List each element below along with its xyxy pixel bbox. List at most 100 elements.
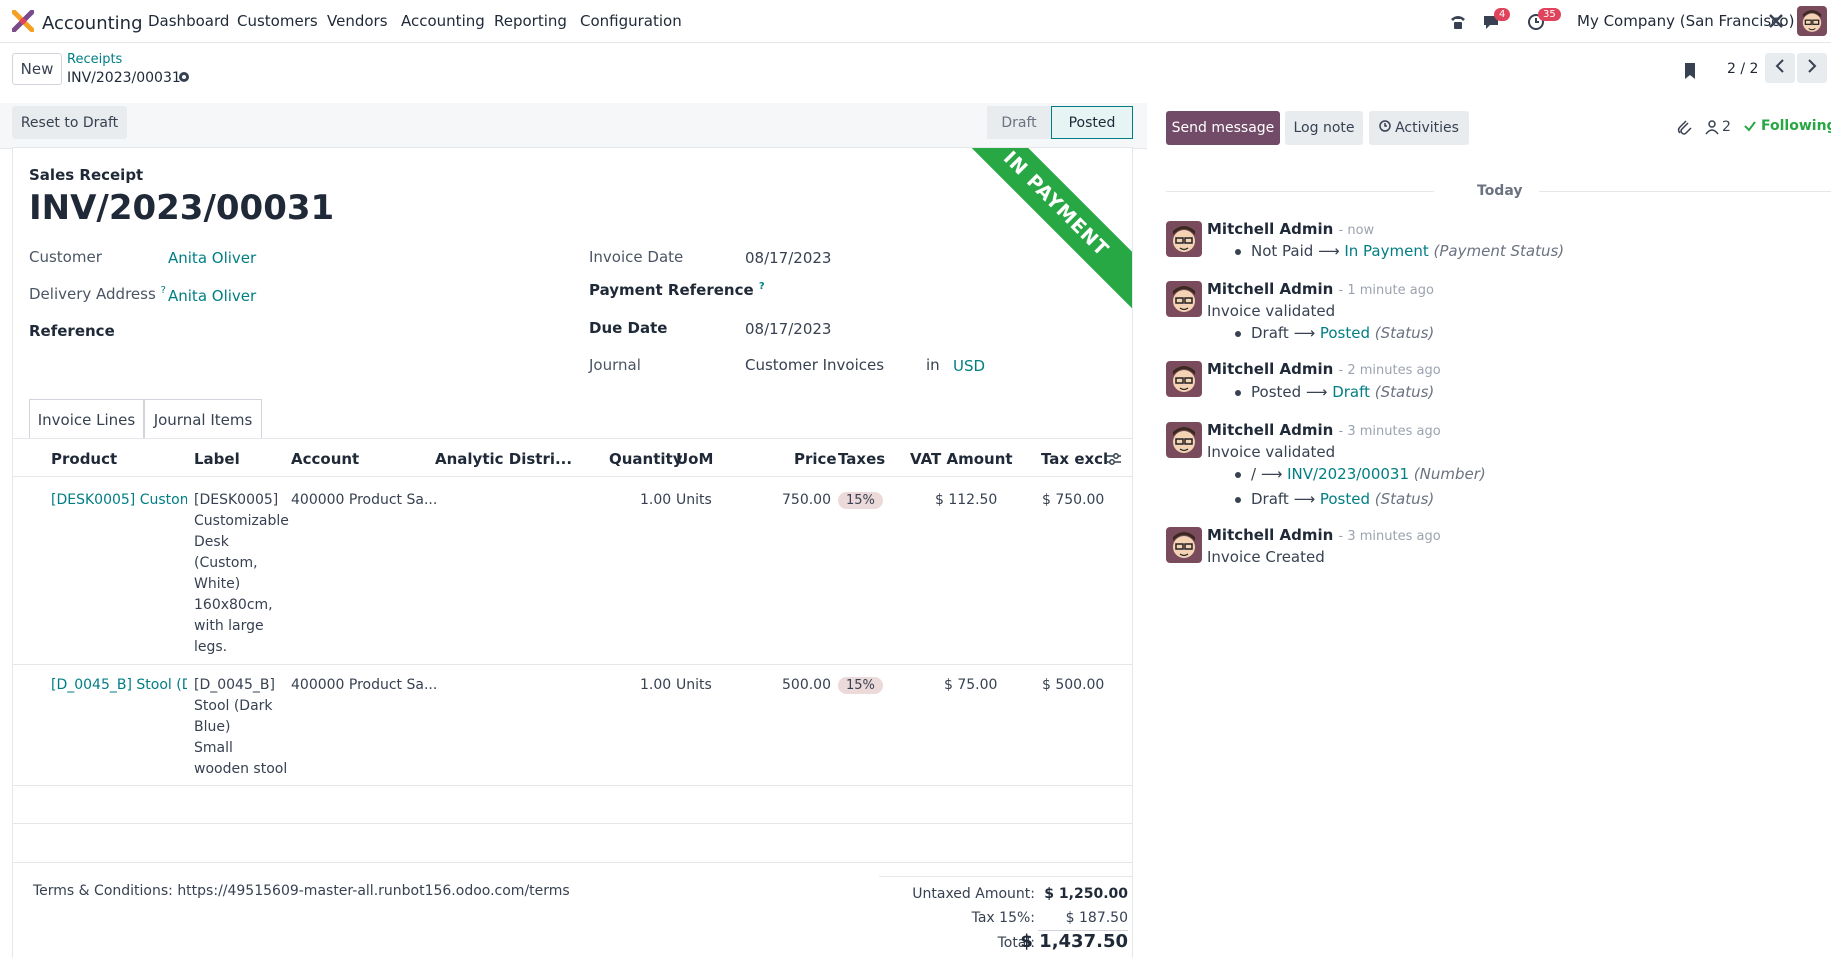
col-label[interactable]: Label	[194, 450, 240, 468]
reference-input[interactable]	[168, 314, 568, 344]
stage-posted[interactable]: Posted	[1051, 106, 1133, 139]
payment-reference-input[interactable]	[745, 278, 1125, 306]
message-author[interactable]: Mitchell Admin - 2 minutes ago	[1207, 360, 1441, 378]
new-button[interactable]: New	[12, 53, 62, 85]
app-name: Accounting	[42, 12, 143, 34]
followers-count[interactable]: 2	[1722, 119, 1731, 135]
user-avatar[interactable]	[1797, 6, 1827, 36]
avatar[interactable]	[1166, 361, 1202, 397]
row-account: 400000 Product Sa...	[291, 677, 438, 693]
app-brand[interactable]: Accounting	[11, 9, 143, 36]
invoice-form-sheet: IN PAYMENT Sales Receipt INV/2023/00031 …	[12, 147, 1133, 958]
delivery-address-link[interactable]: Anita Oliver	[168, 287, 256, 305]
invoice-number: INV/2023/00031	[29, 188, 335, 228]
gear-icon[interactable]	[177, 70, 191, 88]
col-vat-amount[interactable]: VAT Amount	[910, 450, 1013, 468]
invoice-date-value[interactable]: 08/17/2023	[745, 249, 831, 267]
stage-draft[interactable]: Draft	[987, 106, 1051, 139]
untaxed-amount: $ 1,250.00	[1044, 886, 1128, 902]
customer-label: Customer	[29, 248, 102, 266]
due-date-value[interactable]: 08/17/2023	[745, 320, 831, 338]
menu-vendors[interactable]: Vendors	[327, 12, 388, 30]
journal-label: Journal	[589, 356, 641, 374]
company-switcher[interactable]: My Company (San Francisco)	[1577, 12, 1794, 30]
message-author[interactable]: Mitchell Admin - 3 minutes ago	[1207, 421, 1441, 439]
delivery-help-icon[interactable]: ?	[161, 285, 166, 296]
message-author[interactable]: Mitchell Admin - now	[1207, 220, 1374, 238]
followers-icon[interactable]	[1705, 119, 1719, 139]
menu-reporting[interactable]: Reporting	[494, 12, 567, 30]
tracking-line: Draft ⟶ Posted (Status)	[1235, 324, 1434, 342]
journal-value[interactable]: Customer Invoices	[745, 356, 884, 374]
message-body: Invoice validated	[1207, 302, 1336, 320]
activities-button[interactable]: Activities	[1369, 111, 1469, 145]
tax-label: Tax 15%:	[971, 910, 1035, 926]
column-settings-icon[interactable]	[1106, 451, 1122, 471]
col-product[interactable]: Product	[51, 450, 117, 468]
col-taxes[interactable]: Taxes	[838, 450, 885, 468]
top-navbar: Accounting Dashboard Customers Vendors A…	[0, 0, 1831, 43]
journal-in-label: in	[926, 356, 940, 374]
terms-conditions: Terms & Conditions: https://49515609-mas…	[33, 883, 570, 899]
menu-customers[interactable]: Customers	[237, 12, 318, 30]
tracking-line: Posted ⟶ Draft (Status)	[1235, 383, 1434, 401]
pager-previous-button[interactable]	[1765, 53, 1795, 83]
col-price[interactable]: Price	[794, 450, 837, 468]
messages-badge: 4	[1494, 8, 1511, 21]
message-body: Invoice Created	[1207, 548, 1325, 566]
due-date-label: Due Date	[589, 319, 668, 337]
avatar[interactable]	[1166, 422, 1202, 458]
tracking-line: Draft ⟶ Posted (Status)	[1235, 490, 1434, 508]
message-body: Invoice validated	[1207, 443, 1336, 461]
menu-dashboard[interactable]: Dashboard	[148, 12, 229, 30]
col-uom[interactable]: UoM	[676, 450, 713, 468]
bookmark-icon[interactable]	[1682, 62, 1698, 84]
reset-to-draft-button[interactable]: Reset to Draft	[12, 106, 127, 139]
row-price: 500.00	[782, 677, 831, 693]
check-icon	[1743, 119, 1757, 137]
col-quantity[interactable]: Quantity	[609, 450, 683, 468]
debug-tools-icon[interactable]	[1767, 12, 1785, 34]
total-amount: $ 1,437.50	[1020, 931, 1128, 952]
breadcrumb-current: INV/2023/00031	[67, 70, 181, 86]
pager-next-button[interactable]	[1797, 53, 1827, 83]
currency-link[interactable]: USD	[953, 357, 985, 375]
menu-accounting[interactable]: Accounting	[401, 12, 485, 30]
row-product[interactable]: [DESK0005] Customiza	[51, 490, 187, 511]
row-quantity: 1.00	[640, 492, 672, 508]
tab-invoice-lines[interactable]: Invoice Lines	[29, 399, 144, 439]
reference-label: Reference	[29, 322, 115, 340]
paperclip-icon[interactable]	[1677, 119, 1693, 141]
accounting-app-icon	[11, 9, 35, 36]
activities-label: Activities	[1395, 120, 1459, 136]
tab-journal-items[interactable]: Journal Items	[144, 399, 262, 439]
invoice-date-label: Invoice Date	[589, 248, 684, 266]
avatar[interactable]	[1166, 281, 1202, 317]
pager-value[interactable]: 2 / 2	[1727, 61, 1758, 77]
date-separator: Today	[1477, 183, 1523, 199]
col-tax-excl[interactable]: Tax excl.	[1041, 450, 1114, 468]
activities-badge: 35	[1538, 8, 1561, 21]
col-account[interactable]: Account	[291, 450, 359, 468]
row-vat: $ 112.50	[935, 492, 998, 508]
chevron-right-icon	[1807, 59, 1817, 77]
customer-link[interactable]: Anita Oliver	[168, 249, 256, 267]
message-author[interactable]: Mitchell Admin - 1 minute ago	[1207, 280, 1434, 298]
menu-configuration[interactable]: Configuration	[580, 12, 682, 30]
tracking-line: / ⟶ INV/2023/00031 (Number)	[1235, 465, 1486, 483]
row-uom: Units	[676, 677, 712, 693]
row-tax-badge: 15%	[838, 675, 883, 696]
chatter-panel: Send message Log note Activities 2 Follo…	[1147, 103, 1831, 958]
row-uom: Units	[676, 492, 712, 508]
col-analytic[interactable]: Analytic Distri...	[435, 450, 572, 468]
phone-icon[interactable]	[1448, 12, 1468, 36]
log-note-button[interactable]: Log note	[1285, 111, 1363, 145]
avatar[interactable]	[1166, 221, 1202, 257]
following-button[interactable]: Following	[1761, 118, 1831, 134]
tax-amount: $ 187.50	[1065, 910, 1128, 926]
avatar[interactable]	[1166, 527, 1202, 563]
send-message-button[interactable]: Send message	[1166, 111, 1280, 145]
message-author[interactable]: Mitchell Admin - 3 minutes ago	[1207, 526, 1441, 544]
row-product[interactable]: [D_0045_B] Stool (Dar	[51, 675, 187, 696]
breadcrumb-receipts[interactable]: Receipts	[67, 52, 122, 67]
